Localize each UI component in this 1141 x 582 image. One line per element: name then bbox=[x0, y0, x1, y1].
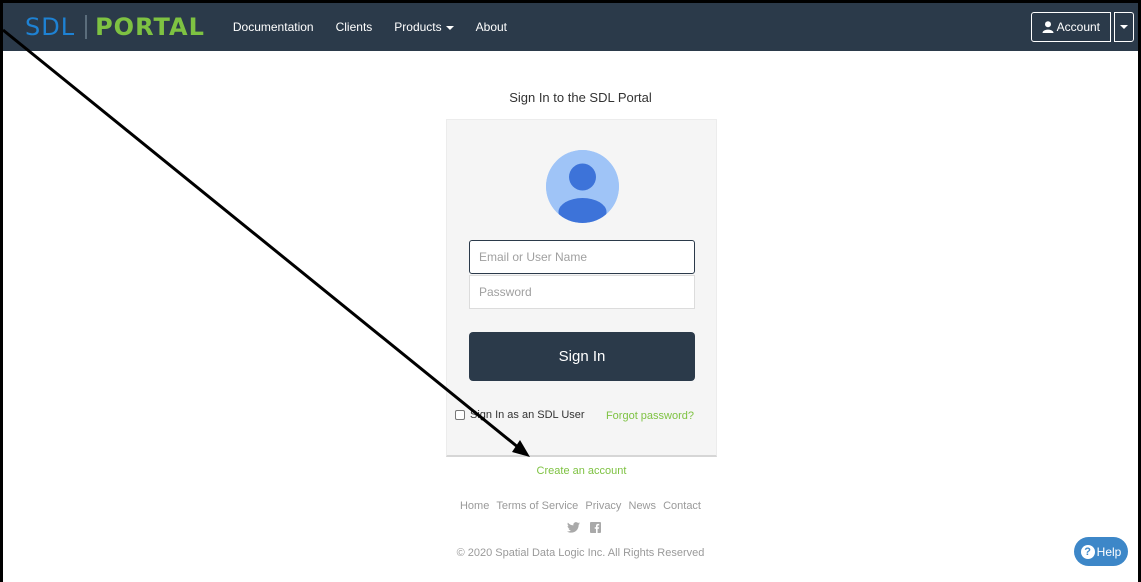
account-menu: Account bbox=[1030, 12, 1134, 42]
help-label: Help bbox=[1096, 544, 1122, 559]
footer-news-link[interactable]: News bbox=[629, 500, 657, 512]
question-circle-icon: ? bbox=[1080, 544, 1095, 559]
create-account-link[interactable]: Create an account bbox=[446, 465, 717, 477]
sdl-user-checkbox[interactable] bbox=[455, 410, 465, 420]
caret-down-icon bbox=[445, 25, 454, 30]
forgot-password-link[interactable]: Forgot password? bbox=[606, 410, 694, 422]
brand-sdl-text: SDL bbox=[25, 13, 76, 41]
password-input[interactable] bbox=[469, 275, 695, 309]
footer-terms-link[interactable]: Terms of Service bbox=[496, 500, 578, 512]
sdl-user-label: Sign In as an SDL User bbox=[470, 409, 585, 421]
nav-clients[interactable]: Clients bbox=[336, 20, 373, 34]
help-button[interactable]: ? Help bbox=[1074, 537, 1128, 566]
nav-documentation[interactable]: Documentation bbox=[233, 20, 314, 34]
account-dropdown-toggle[interactable] bbox=[1114, 12, 1134, 42]
footer-home-link[interactable]: Home bbox=[460, 500, 489, 512]
signin-card: Sign In Sign In as an SDL User Forgot pa… bbox=[446, 119, 717, 457]
avatar bbox=[546, 150, 619, 223]
twitter-icon[interactable] bbox=[567, 522, 580, 533]
user-avatar-icon bbox=[546, 150, 619, 223]
nav-products[interactable]: Products bbox=[394, 20, 454, 34]
sign-in-button[interactable]: Sign In bbox=[469, 332, 695, 381]
brand-divider bbox=[85, 15, 88, 39]
email-input[interactable] bbox=[469, 240, 695, 274]
account-button[interactable]: Account bbox=[1030, 12, 1111, 42]
footer-links: Home Terms of Service Privacy News Conta… bbox=[400, 500, 761, 512]
footer-contact-link[interactable]: Contact bbox=[663, 500, 701, 512]
top-navbar: SDL PORTAL Documentation Clients Product… bbox=[3, 3, 1138, 51]
caret-down-icon bbox=[1120, 25, 1128, 29]
brand-logo[interactable]: SDL PORTAL bbox=[25, 13, 205, 41]
nav-about[interactable]: About bbox=[476, 20, 507, 34]
brand-portal-text: PORTAL bbox=[95, 13, 205, 41]
page-title: Sign In to the SDL Portal bbox=[509, 90, 652, 105]
user-icon bbox=[1042, 21, 1054, 33]
facebook-icon[interactable] bbox=[590, 522, 601, 533]
sdl-user-option[interactable]: Sign In as an SDL User bbox=[455, 409, 585, 421]
account-label: Account bbox=[1056, 20, 1100, 34]
social-links bbox=[562, 522, 606, 533]
nav-links: Documentation Clients Products About bbox=[233, 20, 529, 34]
copyright-text: © 2020 Spatial Data Logic Inc. All Right… bbox=[456, 547, 705, 559]
footer-privacy-link[interactable]: Privacy bbox=[585, 500, 621, 512]
nav-products-label: Products bbox=[394, 20, 442, 34]
